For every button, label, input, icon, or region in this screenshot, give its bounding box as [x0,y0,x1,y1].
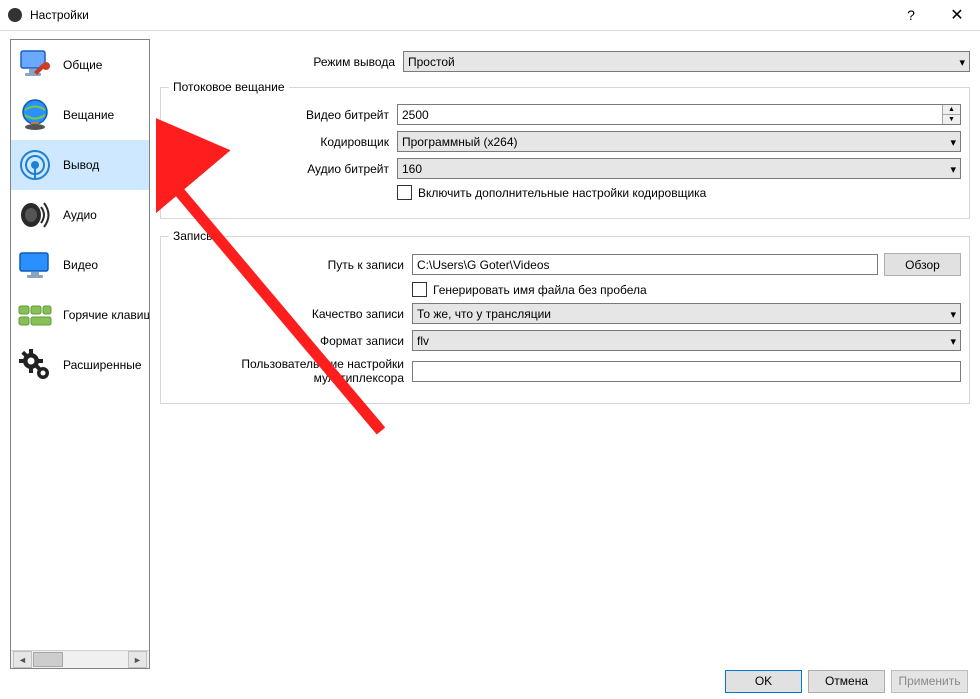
encoder-value: Программный (x264) [402,135,518,149]
scroll-left-button[interactable]: ◄ [13,651,32,668]
spin-up-button[interactable]: ▲ [943,105,960,114]
chevron-down-icon: ▾ [950,335,956,348]
broadcast-icon [17,147,53,183]
quality-label: Качество записи [169,307,412,321]
cancel-button[interactable]: Отмена [808,670,885,693]
sidebar-hscroll[interactable]: ◄ ► [11,650,149,668]
video-bitrate-input[interactable]: 2500 ▲ ▼ [397,104,961,125]
sidebar-item-label: Расширенные [63,358,142,372]
gear-icon [17,347,53,383]
sidebar-nav: Общие Вещание [10,39,150,669]
video-bitrate-label: Видео битрейт [169,108,397,122]
keyboard-icon [17,297,53,333]
checkbox-icon [412,282,427,297]
sidebar-item-audio[interactable]: Аудио [11,190,149,240]
output-mode-select[interactable]: Простой ▾ [403,51,970,72]
cancel-button-label: Отмена [825,674,868,688]
sidebar-item-output[interactable]: Вывод [11,140,149,190]
browse-button-label: Обзор [905,258,940,272]
recording-group: Запись Путь к записи C:\Users\G Goter\Vi… [160,229,970,404]
output-mode-label: Режим вывода [160,55,403,69]
window-title: Настройки [30,8,89,22]
format-select[interactable]: flv ▾ [412,330,961,351]
sidebar-item-general[interactable]: Общие [11,40,149,90]
speaker-icon [17,197,53,233]
audio-bitrate-select[interactable]: 160 ▾ [397,158,961,179]
encoder-select[interactable]: Программный (x264) ▾ [397,131,961,152]
format-label: Формат записи [169,334,412,348]
sidebar-item-stream[interactable]: Вещание [11,90,149,140]
chevron-down-icon: ▾ [950,308,956,321]
path-value: C:\Users\G Goter\Videos [417,258,550,272]
app-icon [8,8,22,22]
path-input[interactable]: C:\Users\G Goter\Videos [412,254,878,275]
streaming-legend: Потоковое вещание [169,80,289,94]
path-label: Путь к записи [169,258,412,272]
recording-legend: Запись [169,229,216,243]
sidebar-item-advanced[interactable]: Расширенные [11,340,149,390]
chevron-down-icon: ▾ [959,56,965,69]
mux-label: Пользовательские настройки мультиплексор… [169,357,412,385]
checkbox-icon [397,185,412,200]
sidebar-item-hotkeys[interactable]: Горячие клавиши [11,290,149,340]
chevron-down-icon: ▾ [950,163,956,176]
sidebar-item-label: Горячие клавиши [63,308,149,322]
scroll-right-button[interactable]: ► [128,651,147,668]
audio-bitrate-value: 160 [402,162,422,176]
streaming-group: Потоковое вещание Видео битрейт 2500 ▲ ▼ [160,80,970,219]
globe-icon [17,97,53,133]
sidebar-item-label: Общие [63,58,102,72]
scroll-track[interactable] [33,652,127,667]
mux-input[interactable] [412,361,961,382]
chevron-down-icon: ▾ [950,136,956,149]
apply-button-label: Применить [898,674,960,688]
quality-select[interactable]: То же, что у трансляции ▾ [412,303,961,324]
output-mode-value: Простой [408,55,455,69]
sidebar-item-video[interactable]: Видео [11,240,149,290]
spin-down-button[interactable]: ▼ [943,114,960,124]
sidebar-item-label: Вывод [63,158,99,172]
browse-button[interactable]: Обзор [884,253,961,276]
ok-button[interactable]: OK [725,670,802,693]
quality-value: То же, что у трансляции [417,307,551,321]
close-button[interactable]: ✕ [934,0,980,30]
sidebar-item-label: Вещание [63,108,114,122]
ok-button-label: OK [755,674,772,688]
encoder-label: Кодировщик [169,135,397,149]
audio-bitrate-label: Аудио битрейт [169,162,397,176]
advanced-encoder-checkbox[interactable]: Включить дополнительные настройки кодиро… [397,185,706,200]
apply-button[interactable]: Применить [891,670,968,693]
video-bitrate-value: 2500 [402,108,429,122]
help-button[interactable]: ? [888,0,934,30]
gen-name-checkbox[interactable]: Генерировать имя файла без пробела [412,282,647,297]
sidebar-item-label: Аудио [63,208,97,222]
gen-name-label: Генерировать имя файла без пробела [433,283,647,297]
advanced-encoder-label: Включить дополнительные настройки кодиро… [418,186,706,200]
display-icon [17,247,53,283]
monitor-wrench-icon [17,47,53,83]
format-value: flv [417,334,429,348]
sidebar-item-label: Видео [63,258,98,272]
scroll-thumb[interactable] [33,652,63,667]
